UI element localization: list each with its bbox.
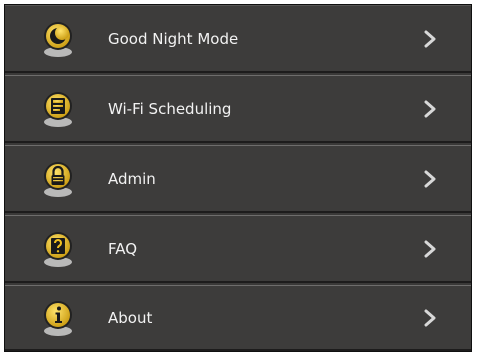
info-icon <box>44 300 72 336</box>
menu-item-label: About <box>108 308 153 327</box>
chevron-right-icon <box>424 170 436 187</box>
chevron-right-icon <box>424 100 436 117</box>
question-icon <box>44 231 72 267</box>
menu-item-label: Good Night Mode <box>108 29 239 48</box>
settings-menu: Good Night Mode Wi-Fi Scheduling Admin F… <box>4 4 472 352</box>
chevron-right-icon <box>424 30 436 47</box>
menu-item-wifi-scheduling[interactable]: Wi-Fi Scheduling <box>5 75 471 143</box>
menu-item-faq[interactable]: FAQ <box>5 215 471 283</box>
menu-item-admin[interactable]: Admin <box>5 145 471 213</box>
menu-item-label: Admin <box>108 169 156 188</box>
wifi-schedule-icon <box>44 91 72 127</box>
menu-item-label: FAQ <box>108 239 138 258</box>
moon-icon <box>44 21 72 57</box>
menu-item-label: Wi-Fi Scheduling <box>108 99 232 118</box>
chevron-right-icon <box>424 309 436 326</box>
menu-item-good-night-mode[interactable]: Good Night Mode <box>5 5 471 73</box>
chevron-right-icon <box>424 240 436 257</box>
lock-icon <box>44 161 72 197</box>
menu-item-about[interactable]: About <box>5 285 471 351</box>
